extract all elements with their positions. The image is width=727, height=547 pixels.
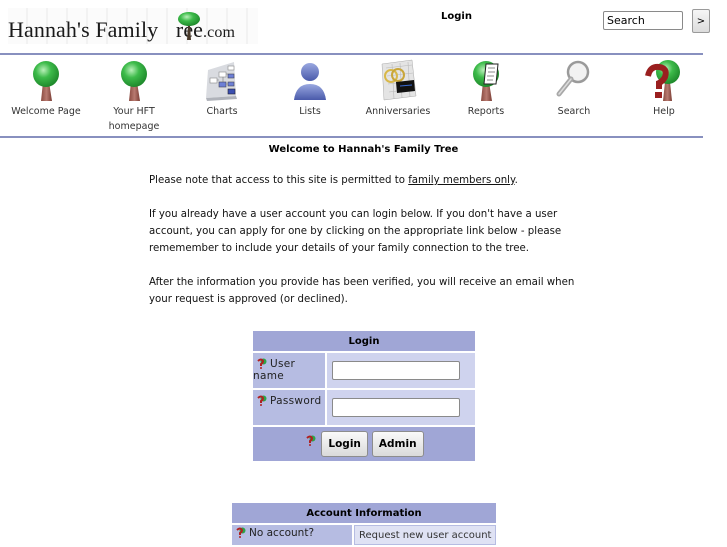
help-tree-icon[interactable]: [257, 395, 267, 406]
intro-text: Please note that access to this site is …: [149, 172, 589, 325]
nav-item-help[interactable]: Help: [620, 56, 708, 134]
nav-item-label: Reports: [467, 106, 505, 117]
header: Hannah's Family ree.com Login >: [0, 0, 727, 52]
nav-item-label: Lists: [299, 106, 321, 117]
person-icon: [294, 63, 326, 100]
password-label: Password: [270, 395, 322, 407]
account-information-title: Account Information: [232, 503, 496, 523]
account-instructions: If you already have a user account you c…: [149, 209, 562, 254]
login-form: Login User name Password Login Admin: [251, 329, 477, 463]
chart-icon: [206, 62, 237, 101]
admin-button[interactable]: Admin: [371, 431, 424, 457]
help-tree-icon[interactable]: [236, 527, 246, 538]
verification-notice: After the information you provide has be…: [149, 277, 575, 305]
help-tree-icon[interactable]: [257, 358, 267, 369]
nav-item-label: Help: [653, 106, 675, 117]
login-form-title: Login: [253, 331, 475, 351]
login-button[interactable]: Login: [321, 431, 368, 457]
main-nav: Welcome Page Your HFT homepage Charts Li…: [0, 56, 710, 136]
nav-item-welcome-page[interactable]: Welcome Page: [2, 56, 90, 134]
rings-calendar-icon: [381, 59, 417, 101]
request-new-account-link[interactable]: Request new user account: [354, 525, 496, 545]
nav-item-label: Your HFT homepage: [108, 106, 160, 132]
logo-dotcom: .com: [203, 24, 235, 41]
login-actions: Login Admin: [253, 427, 475, 461]
username-label-cell: User name: [253, 353, 325, 388]
search-input[interactable]: [603, 11, 683, 30]
welcome-heading: Welcome to Hannah's Family Tree: [268, 144, 459, 155]
access-notice: Please note that access to this site is …: [149, 175, 518, 186]
nav-item-label: Welcome Page: [11, 106, 81, 117]
page-title: Login: [441, 11, 472, 22]
password-label-cell: Password: [253, 390, 325, 425]
nav-item-lists[interactable]: Lists: [266, 56, 354, 134]
nav-item-label: Search: [557, 106, 591, 117]
family-members-only-link[interactable]: family members only: [408, 175, 514, 186]
no-account-label-cell: No account?: [232, 525, 352, 545]
nav-item-reports[interactable]: Reports: [442, 56, 530, 134]
tree-icon: [114, 58, 154, 102]
divider: [0, 136, 703, 138]
password-field[interactable]: [332, 398, 460, 417]
no-account-label: No account?: [249, 527, 315, 539]
tree-help-icon: [645, 60, 680, 101]
nav-item-your-hft-homepage[interactable]: Your HFT homepage: [90, 56, 178, 134]
tree-report-icon: [473, 61, 499, 101]
magnifier-icon: [556, 60, 590, 97]
nav-item-search[interactable]: Search: [530, 56, 618, 134]
site-logo[interactable]: Hannah's Family ree.com: [8, 8, 258, 44]
nav-item-anniversaries[interactable]: Anniversaries: [354, 56, 442, 134]
nav-item-label: Charts: [206, 106, 238, 117]
username-field[interactable]: [332, 361, 460, 380]
search-submit-button[interactable]: >: [692, 9, 710, 33]
logo-text: Hannah's Family: [8, 17, 164, 42]
tree-icon: [26, 58, 66, 102]
tree-icon: [178, 12, 200, 40]
account-information: Account Information No account? Request …: [230, 501, 498, 547]
nav-item-label: Anniversaries: [365, 106, 431, 117]
help-tree-icon[interactable]: [306, 435, 316, 446]
nav-item-charts[interactable]: Charts: [178, 56, 266, 134]
divider: [0, 53, 703, 55]
